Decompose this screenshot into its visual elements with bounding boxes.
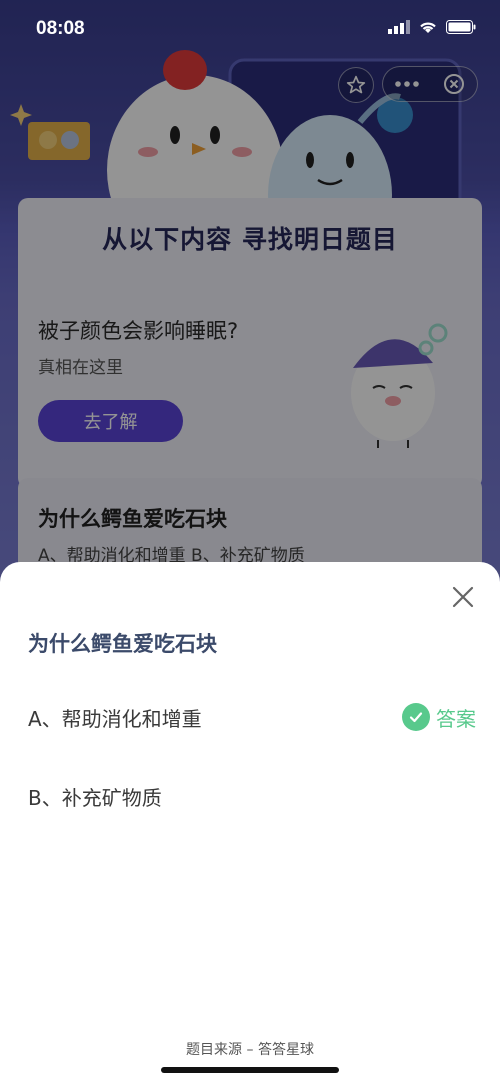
option-a[interactable]: A、帮助消化和增重 答案 (28, 697, 476, 737)
battery-icon (446, 20, 476, 34)
signal-icon (388, 20, 410, 34)
answer-tag: 答案 (402, 703, 476, 732)
answer-sheet: 为什么鳄鱼爱吃石块 A、帮助消化和增重 答案 B、补充矿物质 题目来源 – 答答… (0, 562, 500, 1082)
status-icons (388, 20, 476, 34)
close-button[interactable] (448, 582, 478, 612)
wifi-icon (420, 22, 436, 33)
option-b-label: B、补充矿物质 (28, 785, 162, 810)
status-time: 08:08 (36, 18, 85, 39)
option-a-label: A、帮助消化和增重 (28, 706, 202, 731)
check-icon (402, 703, 430, 731)
source-credit: 题目来源 – 答答星球 (186, 1042, 314, 1058)
close-icon (452, 586, 474, 608)
answer-label: 答案 (436, 706, 476, 731)
sheet-question-title: 为什么鳄鱼爱吃石块 (28, 632, 217, 656)
option-b[interactable]: B、补充矿物质 (28, 776, 476, 816)
home-indicator[interactable] (161, 1067, 339, 1073)
status-bar: 08:08 (0, 0, 500, 56)
